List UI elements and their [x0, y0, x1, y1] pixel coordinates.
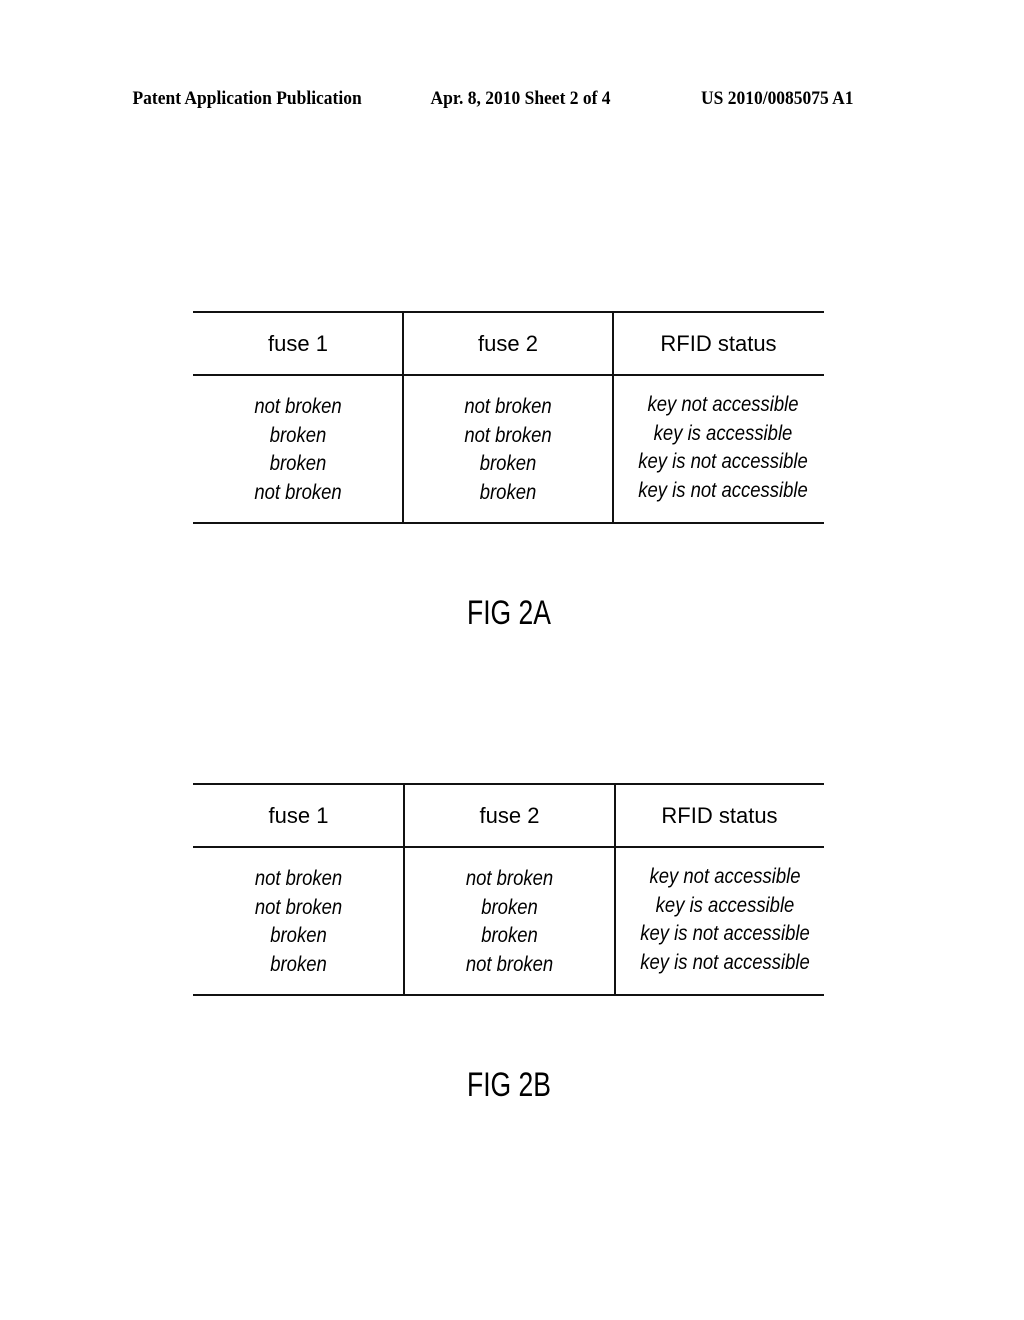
fuse-2-values: not broken not broken broken broken — [416, 393, 601, 507]
table-cell: key not accessible — [649, 865, 801, 888]
table-cell: key not accessible — [647, 393, 799, 416]
figure-caption-2b: FIG 2B — [466, 1066, 551, 1104]
table-cell: key is not accessible — [640, 922, 810, 945]
table-cell: broken — [269, 423, 327, 447]
column-header-fuse-2: fuse 2 — [478, 331, 538, 356]
table-cell: broken — [270, 952, 327, 976]
publication-number: US 2010/0085075 A1 — [701, 88, 854, 109]
figure-caption-2a: FIG 2A — [466, 594, 551, 632]
page-header: Patent Application Publication Apr. 8, 2… — [0, 88, 942, 114]
table-bottom-rule — [193, 522, 824, 524]
column-header-fuse-2: fuse 2 — [479, 803, 540, 828]
table-cell: not broken — [465, 867, 554, 890]
table-cell: not broken — [254, 395, 342, 418]
fig-2b-table: fuse 1 fuse 2 RFID status not broken not… — [193, 783, 824, 997]
table-top-rule — [193, 783, 824, 785]
table-cell: not broken — [464, 395, 552, 418]
rfid-status-values: key not accessible key is accessible key… — [626, 391, 820, 505]
fuse-2-values: not broken broken broken not broken — [417, 865, 603, 979]
table-cell: key is accessible — [653, 421, 793, 445]
table-cell: broken — [479, 452, 537, 475]
table-cell: not broken — [464, 423, 552, 447]
table-bottom-rule — [193, 994, 824, 996]
table-header-rule — [193, 374, 824, 376]
table-cell: broken — [270, 924, 327, 947]
table-top-rule — [193, 311, 824, 313]
table-cell: key is accessible — [655, 893, 795, 917]
table-cell: broken — [269, 452, 327, 475]
column-header-rfid-status: RFID status — [661, 803, 778, 828]
column-header-fuse-1: fuse 1 — [268, 331, 328, 356]
publication-type: Patent Application Publication — [132, 88, 362, 109]
table-cell: broken — [479, 480, 537, 504]
table-cell: broken — [481, 895, 538, 919]
column-header-fuse-1: fuse 1 — [268, 803, 329, 828]
fuse-1-values: not broken broken broken not broken — [206, 393, 391, 507]
table-cell: key is not accessible — [638, 478, 808, 502]
rfid-status-values: key not accessible key is accessible key… — [628, 863, 822, 977]
table-cell: key is not accessible — [640, 950, 810, 974]
fig-2a-table: fuse 1 fuse 2 RFID status not broken bro… — [193, 311, 824, 525]
table-cell: broken — [481, 924, 538, 947]
date-sheet: Apr. 8, 2010 Sheet 2 of 4 — [430, 88, 611, 109]
table-cell: not broken — [254, 867, 343, 890]
table-cell: not broken — [254, 895, 343, 919]
fuse-1-values: not broken not broken broken broken — [206, 865, 392, 979]
table-header-rule — [193, 846, 824, 848]
column-header-rfid-status: RFID status — [660, 331, 777, 356]
table-cell: not broken — [465, 952, 554, 976]
table-cell: key is not accessible — [638, 450, 808, 473]
table-cell: not broken — [254, 480, 342, 504]
